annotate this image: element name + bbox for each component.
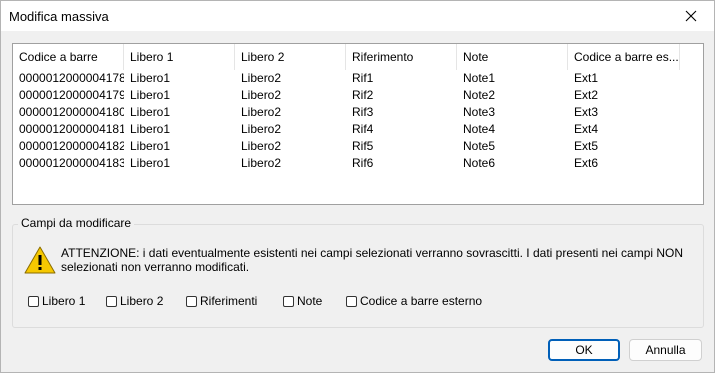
cell-riferimento: Rif6	[352, 156, 374, 170]
checkbox-codice-esterno[interactable]: Codice a barre esterno	[346, 293, 482, 309]
table-row[interactable]: 0000012000004183 Libero1 Libero2 Rif6 No…	[13, 155, 703, 172]
title-bar: Modifica massiva	[1, 1, 714, 31]
checkbox-label: Libero 1	[42, 294, 86, 308]
cancel-button[interactable]: Annulla	[629, 339, 702, 361]
cell-codice: 0000012000004182	[19, 139, 124, 153]
column-header-libero-1[interactable]: Libero 1	[124, 44, 235, 70]
checkbox-box[interactable]	[106, 295, 117, 307]
cell-riferimento: Rif2	[352, 88, 374, 102]
cell-codice-esterno: Ext5	[574, 139, 599, 153]
listview-header: Codice a barre Libero 1 Libero 2 Riferim…	[13, 44, 703, 70]
checkbox-libero-1[interactable]: Libero 1	[28, 293, 85, 309]
column-header-codice-esterno[interactable]: Codice a barre es...	[568, 44, 680, 70]
checkbox-box[interactable]	[283, 295, 294, 307]
warning-message: ATTENZIONE: i dati eventualmente esisten…	[61, 246, 684, 274]
checkbox-note[interactable]: Note	[283, 293, 322, 309]
cell-note: Note6	[463, 156, 496, 170]
checkbox-box[interactable]	[346, 295, 357, 307]
cell-libero1: Libero1	[130, 156, 171, 170]
cell-codice: 0000012000004179	[19, 88, 124, 102]
table-row[interactable]: 0000012000004178 Libero1 Libero2 Rif1 No…	[13, 70, 703, 87]
cell-note: Note3	[463, 105, 496, 119]
cell-note: Note1	[463, 71, 496, 85]
cell-libero1: Libero1	[130, 88, 171, 102]
cell-codice: 0000012000004178	[19, 71, 124, 85]
cell-codice-esterno: Ext6	[574, 156, 599, 170]
cell-riferimento: Rif4	[352, 122, 374, 136]
cell-codice-esterno: Ext4	[574, 122, 599, 136]
cell-libero2: Libero2	[241, 156, 282, 170]
cell-note: Note4	[463, 122, 496, 136]
cell-libero1: Libero1	[130, 105, 171, 119]
warning-icon	[24, 246, 56, 274]
cell-codice-esterno: Ext3	[574, 105, 599, 119]
checkbox-box[interactable]	[186, 295, 197, 307]
table-row[interactable]: 0000012000004181 Libero1 Libero2 Rif4 No…	[13, 121, 703, 138]
column-header-libero-2[interactable]: Libero 2	[235, 44, 346, 70]
cell-codice: 0000012000004183	[19, 156, 124, 170]
checkbox-label: Riferimenti	[200, 294, 258, 308]
cell-libero2: Libero2	[241, 105, 282, 119]
cell-riferimento: Rif1	[352, 71, 374, 85]
cell-libero2: Libero2	[241, 71, 282, 85]
cell-codice-esterno: Ext2	[574, 88, 599, 102]
cell-libero2: Libero2	[241, 88, 282, 102]
ok-button[interactable]: OK	[548, 339, 620, 361]
cell-libero2: Libero2	[241, 122, 282, 136]
fields-groupbox	[12, 224, 704, 328]
close-button[interactable]	[668, 1, 714, 31]
groupbox-title: Campi da modificare	[18, 216, 135, 230]
cell-note: Note2	[463, 88, 496, 102]
column-header-codice-a-barre[interactable]: Codice a barre	[13, 44, 124, 70]
cell-riferimento: Rif5	[352, 139, 374, 153]
cell-libero1: Libero1	[130, 139, 171, 153]
close-icon	[685, 10, 697, 22]
cell-codice: 0000012000004181	[19, 122, 124, 136]
checkbox-box[interactable]	[28, 295, 39, 307]
checkbox-label: Libero 2	[120, 294, 164, 308]
cell-codice: 0000012000004180	[19, 105, 124, 119]
checkbox-riferimenti[interactable]: Riferimenti	[186, 293, 257, 309]
window-title: Modifica massiva	[9, 9, 109, 24]
column-header-note[interactable]: Note	[457, 44, 568, 70]
records-listview[interactable]: Codice a barre Libero 1 Libero 2 Riferim…	[12, 43, 704, 205]
table-row[interactable]: 0000012000004182 Libero1 Libero2 Rif5 No…	[13, 138, 703, 155]
table-row[interactable]: 0000012000004179 Libero1 Libero2 Rif2 No…	[13, 87, 703, 104]
table-row[interactable]: 0000012000004180 Libero1 Libero2 Rif3 No…	[13, 104, 703, 121]
checkbox-libero-2[interactable]: Libero 2	[106, 293, 163, 309]
cell-riferimento: Rif3	[352, 105, 374, 119]
cell-libero1: Libero1	[130, 122, 171, 136]
checkbox-label: Note	[297, 294, 323, 308]
checkbox-label: Codice a barre esterno	[360, 294, 483, 308]
column-header-riferimento[interactable]: Riferimento	[346, 44, 457, 70]
cell-libero1: Libero1	[130, 71, 171, 85]
cell-libero2: Libero2	[241, 139, 282, 153]
cell-codice-esterno: Ext1	[574, 71, 599, 85]
cell-note: Note5	[463, 139, 496, 153]
